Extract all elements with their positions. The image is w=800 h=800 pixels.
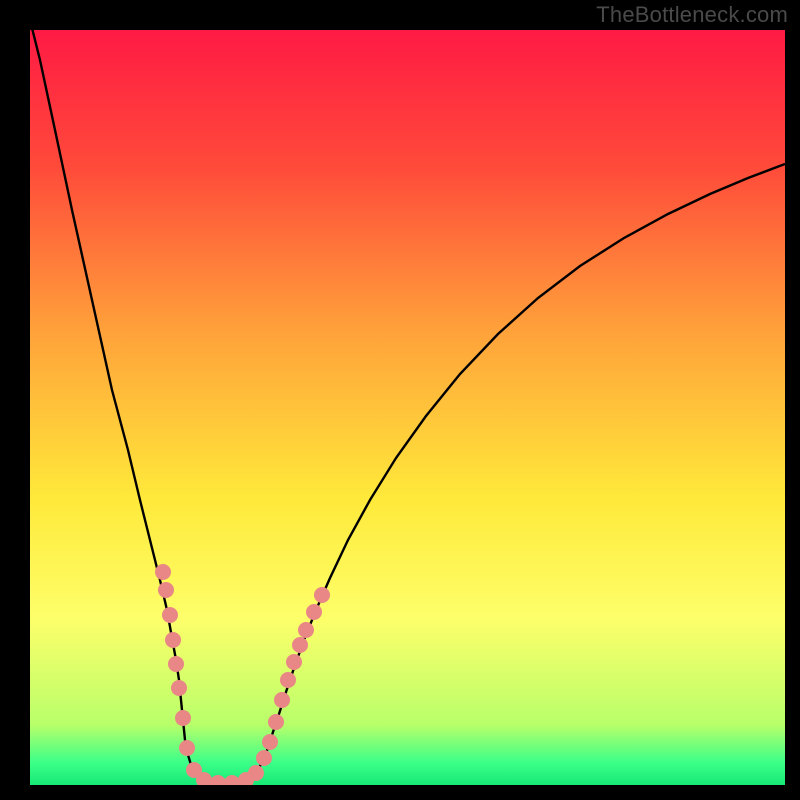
data-marker [179, 740, 195, 756]
data-marker [165, 632, 181, 648]
data-marker [286, 654, 302, 670]
frame-left [0, 0, 30, 800]
gradient-background [30, 30, 785, 785]
data-marker [155, 564, 171, 580]
data-marker [168, 656, 184, 672]
frame-bottom [0, 785, 800, 800]
data-marker [280, 672, 296, 688]
data-marker [248, 765, 264, 781]
data-marker [274, 692, 290, 708]
data-marker [306, 604, 322, 620]
frame-right [785, 0, 800, 800]
data-marker [292, 637, 308, 653]
data-marker [268, 714, 284, 730]
data-marker [262, 734, 278, 750]
data-marker [175, 710, 191, 726]
data-marker [314, 587, 330, 603]
chart-frame: TheBottleneck.com [0, 0, 800, 800]
data-marker [256, 750, 272, 766]
bottleneck-chart [0, 0, 800, 800]
data-marker [158, 582, 174, 598]
watermark-text: TheBottleneck.com [596, 2, 788, 28]
data-marker [298, 622, 314, 638]
data-marker [171, 680, 187, 696]
data-marker [162, 607, 178, 623]
